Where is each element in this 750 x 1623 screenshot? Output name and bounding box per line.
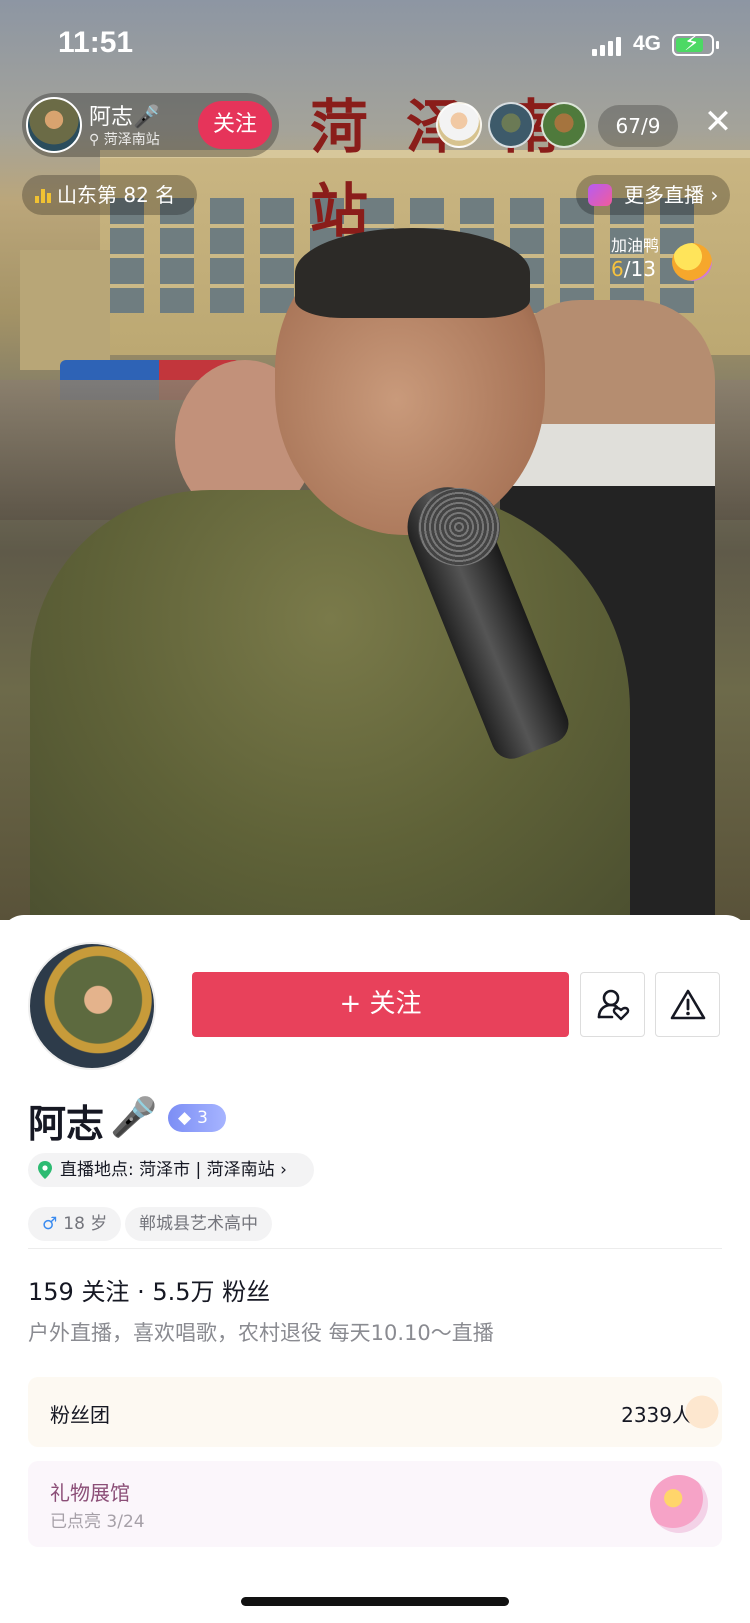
- person-heart-icon: [597, 989, 629, 1020]
- share-contact-button[interactable]: [580, 972, 645, 1037]
- viewer-avatar-3[interactable]: [541, 102, 587, 148]
- diamond-icon: ◆: [178, 1108, 192, 1128]
- more-live-button[interactable]: 更多直播 ›: [576, 175, 730, 215]
- duck-icon: [672, 243, 712, 281]
- close-icon[interactable]: ✕: [700, 105, 736, 141]
- live-profile-screen: 菏泽南站 11:51 4G ⚡ 阿志🎤 ⚲ 菏泽南站 关注 67/9 ✕: [0, 0, 750, 1623]
- network-type: 4G: [633, 32, 662, 55]
- profile-nickname: 阿志: [28, 1102, 105, 1146]
- side-building: [20, 250, 110, 370]
- fan-club-heart-icon: [682, 1382, 722, 1442]
- fan-club-row[interactable]: 粉丝团 2339人: [28, 1377, 722, 1447]
- anchor-avatar[interactable]: [26, 97, 82, 153]
- rank-badge[interactable]: 山东第 82 名: [22, 175, 197, 215]
- status-time: 11:51: [58, 26, 134, 59]
- profile-sheet: + 关注 阿志 🎤 ◆ 3 直播地点: 菏泽市 | 菏泽南站 › ♂ 18 岁 …: [0, 915, 750, 1623]
- warning-icon: [670, 989, 705, 1019]
- chevron-right-icon: ›: [280, 1160, 287, 1180]
- follow-button[interactable]: + 关注: [192, 972, 569, 1037]
- viewer-avatar-2[interactable]: [488, 102, 534, 148]
- gift-icon: [650, 1475, 708, 1533]
- follow-stats[interactable]: 159 关注 · 5.5万 粉丝: [28, 1272, 270, 1307]
- follow-pill-button[interactable]: 关注: [198, 101, 272, 149]
- report-button[interactable]: [655, 972, 720, 1037]
- level-number: 3: [197, 1108, 208, 1128]
- location-pin-icon: [38, 1161, 52, 1179]
- viewer-avatar-1[interactable]: [436, 102, 482, 148]
- more-live-icon: [588, 184, 612, 206]
- cheer-duck-label: 加油鸭: [611, 236, 660, 255]
- viewer-count[interactable]: 67/9: [598, 105, 678, 147]
- age-chip: ♂ 18 岁: [28, 1207, 122, 1241]
- age-text: 18 岁: [63, 1214, 108, 1234]
- chevron-right-icon: ›: [710, 183, 719, 207]
- anchor-name: 阿志🎤: [89, 105, 161, 130]
- level-badge[interactable]: ◆ 3: [168, 1104, 226, 1132]
- home-indicator[interactable]: [241, 1597, 509, 1606]
- school-chip[interactable]: 郸城县艺术高中: [125, 1207, 272, 1241]
- profile-bio: 户外直播，喜欢唱歌，农村退役 每天10.10～直播: [28, 1321, 494, 1345]
- battery-cap: [716, 41, 719, 49]
- gift-hall-label: 礼物展馆: [50, 1481, 130, 1505]
- signal-icon: [592, 36, 624, 56]
- anchor-location: ⚲ 菏泽南站: [89, 129, 160, 149]
- gift-hall-progress: 已点亮 3/24: [50, 1512, 145, 1532]
- divider: [28, 1248, 722, 1249]
- rank-bars-icon: [35, 187, 53, 203]
- profile-avatar[interactable]: [28, 942, 156, 1070]
- gift-hall-row[interactable]: 礼物展馆 已点亮 3/24: [28, 1461, 722, 1547]
- status-bar: 11:51 4G ⚡: [0, 0, 750, 90]
- fan-club-label: 粉丝团: [50, 1403, 110, 1427]
- anchor-info[interactable]: 阿志🎤 ⚲ 菏泽南站 关注: [22, 93, 279, 157]
- singer-hair: [295, 228, 530, 318]
- location-pin-icon: ⚲: [89, 132, 100, 148]
- microphone-head: [418, 488, 500, 566]
- more-live-label: 更多直播: [624, 183, 704, 207]
- microphone-icon: 🎤: [110, 1095, 158, 1139]
- charging-bolt-icon: ⚡: [684, 31, 700, 56]
- anchor-location-text: 菏泽南站: [103, 132, 160, 148]
- male-icon: ♂: [42, 1214, 58, 1234]
- live-location-text: 直播地点: 菏泽市 | 菏泽南站: [60, 1160, 275, 1180]
- rank-text: 山东第 82 名: [57, 183, 176, 207]
- live-location-chip[interactable]: 直播地点: 菏泽市 | 菏泽南站 ›: [28, 1153, 314, 1187]
- cheer-duck-progress: 6/13: [611, 257, 656, 281]
